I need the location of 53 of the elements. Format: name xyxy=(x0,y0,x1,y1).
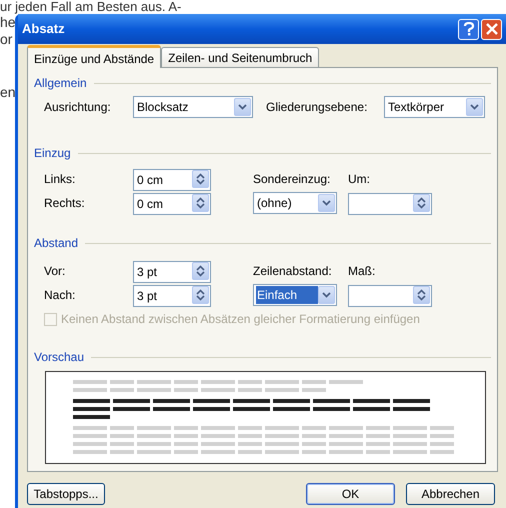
field-label: Zeilenabstand: xyxy=(253,263,333,280)
document-text: en xyxy=(0,84,16,101)
tab[interactable]: Zeilen- und Seitenumbruch xyxy=(161,47,320,67)
field-label: Sondereinzug: xyxy=(253,171,332,188)
document-text: he xyxy=(0,14,16,31)
field-label: Nach: xyxy=(44,287,76,304)
help-icon xyxy=(462,22,474,36)
dialog-button[interactable]: OK xyxy=(306,483,395,505)
window-title: Absatz xyxy=(22,20,65,38)
dialog-button[interactable]: Tabstopps... xyxy=(27,483,105,505)
dropdown-arrow-button[interactable] xyxy=(318,286,335,304)
dropdown-arrow-button[interactable] xyxy=(234,98,251,116)
up-down-arrows-icon xyxy=(196,197,205,209)
up-down-arrows-icon xyxy=(417,289,426,301)
spin-button[interactable] xyxy=(192,170,209,188)
spin-button[interactable] xyxy=(192,194,209,212)
field-label: Rechts: xyxy=(44,195,86,212)
chevron-down-icon xyxy=(470,104,479,110)
up-down-arrows-icon xyxy=(196,289,205,301)
field-label: Maß: xyxy=(348,263,376,280)
close-icon xyxy=(486,23,498,35)
field-label: Gliederungsebene: xyxy=(265,99,368,116)
field-label: Vor: xyxy=(44,263,66,280)
dropdown[interactable]: Blocksatz xyxy=(133,96,253,118)
dropdown-arrow-button[interactable] xyxy=(318,194,335,212)
dialog-button[interactable]: Abbrechen xyxy=(406,483,495,505)
section-heading: Abstand xyxy=(34,235,78,252)
spin-button[interactable] xyxy=(192,262,209,280)
field-label: Um: xyxy=(348,171,370,188)
dropdown[interactable]: (ohne) xyxy=(253,192,337,214)
chevron-down-icon xyxy=(322,292,331,298)
dropdown[interactable]: Textkörper xyxy=(384,96,485,118)
dropdown[interactable]: Einfach xyxy=(253,284,337,306)
field-label: Ausrichtung: xyxy=(44,99,112,116)
spin-button[interactable] xyxy=(413,194,430,212)
dropdown-arrow-button[interactable] xyxy=(466,98,483,116)
section-heading: Vorschau xyxy=(34,349,84,366)
close-button[interactable] xyxy=(481,18,502,40)
spin-button[interactable] xyxy=(413,286,430,304)
tab[interactable]: Einzüge und Abstände xyxy=(27,45,162,68)
up-down-arrows-icon xyxy=(417,197,426,209)
up-down-arrows-icon xyxy=(196,173,205,185)
up-down-arrows-icon xyxy=(196,265,205,277)
help-button[interactable] xyxy=(458,18,479,40)
chevron-down-icon xyxy=(238,104,247,110)
document-text: ur jeden Fall am Besten aus. A- xyxy=(0,0,182,14)
spin-button[interactable] xyxy=(192,286,209,304)
field-label: Links: xyxy=(44,171,76,188)
chevron-down-icon xyxy=(322,200,331,206)
document-text: or xyxy=(0,31,12,48)
section-heading: Allgemein xyxy=(34,75,87,92)
checkbox-label: Keinen Abstand zwischen Absätzen gleicher Formatierung einfügen xyxy=(61,311,420,328)
section-heading: Einzug xyxy=(34,145,71,162)
